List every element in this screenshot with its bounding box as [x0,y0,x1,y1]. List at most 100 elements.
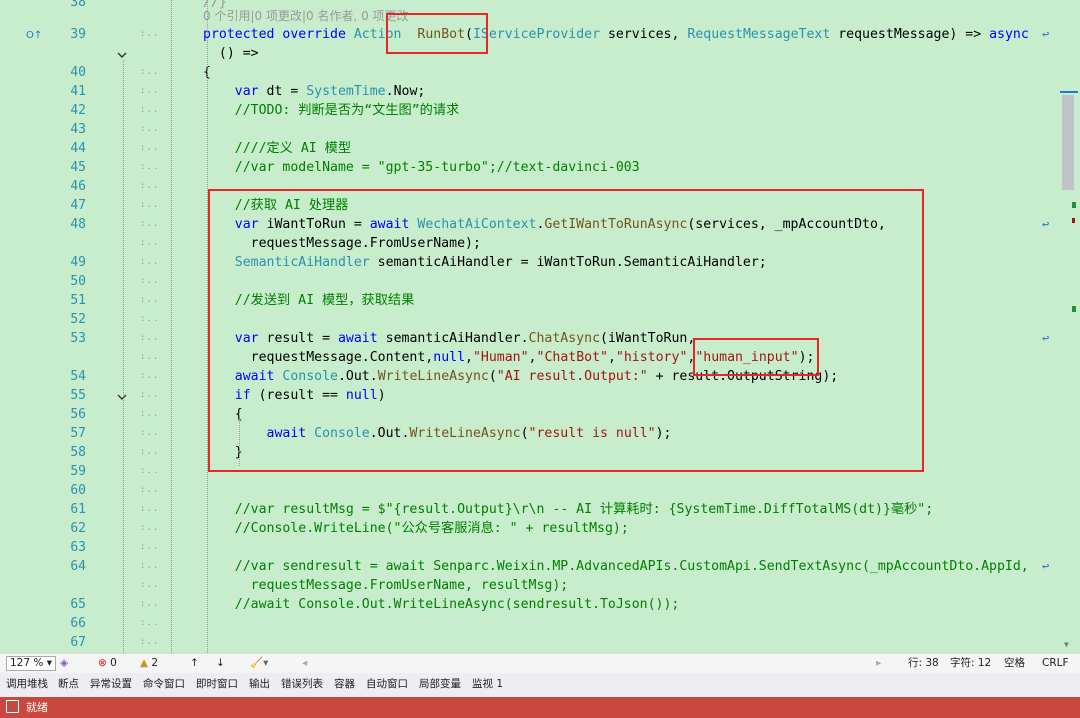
line-number: 38 [70,0,86,10]
indent-dots: :.. [140,276,160,286]
line-number: 60 [70,483,86,498]
editor-gutter: 39:.. 40:.. 41:.. 42:.. 43:.. 44:.. 45:.. 46:..… [0,0,195,653]
code-line[interactable]: //var sendresult = await Senparc.Weixin.… [203,557,1029,576]
indent-dots: :.. [140,371,160,381]
indent-dots: :.. [140,333,160,343]
code-token: protected override [203,27,354,42]
code-line[interactable]: () => [203,44,259,63]
indent-dots: :.. [140,238,160,248]
code-token: requestMessage) => [830,27,990,42]
indent-dots: :.. [140,143,160,153]
scroll-left-icon[interactable]: ◂ [302,656,307,671]
warning-indicator[interactable]: ▲ 2 [140,656,158,671]
code-line[interactable]: //var resultMsg = $"{result.Output}\r\n … [203,500,933,519]
line-ending[interactable]: CRLF [1042,656,1069,671]
line-number: 58 [70,445,86,460]
line-number: 62 [70,521,86,536]
indent-dots: :.. [140,504,160,514]
tab-autos[interactable]: 自动窗口 [366,677,408,692]
indent-dots: :.. [140,86,160,96]
line-number: 45 [70,160,86,175]
code-token: async [989,27,1029,42]
codelens-references[interactable]: 0 个引用|0 项更改|0 名作者, 0 项更改 [203,7,409,26]
nav-down-icon[interactable]: ↓ [216,656,225,671]
indent-dots: :.. [140,295,160,305]
tab-error-list[interactable]: 错误列表 [281,677,323,692]
code-token: .Now; [385,84,426,99]
error-icon: ⊗ [98,657,107,669]
line-number: 42 [70,103,86,118]
line-number: 59 [70,464,86,479]
line-number: 43 [70,122,86,137]
code-line[interactable]: ////定义 AI 模型 [203,139,351,158]
scrollbar-thumb[interactable] [1062,95,1074,190]
code-line[interactable]: //TODO: 判断是否为“文生图”的请求 [203,101,459,120]
line-position[interactable]: 行: 38 [908,656,939,671]
line-number: 48 [70,217,86,232]
code-line[interactable]: //Console.WriteLine("公众号客服消息: " + result… [203,519,629,538]
indent-dots: :.. [140,447,160,457]
override-icon[interactable]: O↑ [26,30,46,42]
zoom-value: 127 % [10,657,44,669]
copilot-icon[interactable]: ◈ [60,656,68,671]
indent-dots: :.. [140,181,160,191]
line-number: 65 [70,597,86,612]
tab-exception-settings[interactable]: 异常设置 [90,677,132,692]
error-indicator[interactable]: ⊗ 0 [98,656,117,671]
collapse-icon[interactable] [116,46,130,60]
code-line[interactable]: //var modelName = "gpt-35-turbo";//text-… [203,158,640,177]
indent-dots: :.. [140,390,160,400]
indent-dots: :.. [140,257,160,267]
code-editor[interactable]: 39:.. 40:.. 41:.. 42:.. 43:.. 44:.. 45:.. 46:..… [0,0,1080,653]
line-number: 66 [70,616,86,631]
tab-command-window[interactable]: 命令窗口 [143,677,185,692]
word-wrap-icon: ↩ [1042,217,1050,231]
whitespace-mode[interactable]: 空格 [1004,656,1025,671]
line-number: 49 [70,255,86,270]
tab-locals[interactable]: 局部变量 [419,677,461,692]
indent-dots: :.. [140,67,160,77]
notification-icon[interactable] [6,700,19,713]
main-status-bar: 就绪 [0,697,1080,718]
indent-dots: :.. [140,409,160,419]
code-line[interactable]: //await Console.Out.WriteLineAsync(sendr… [203,595,680,614]
code-token: services, [600,27,688,42]
scroll-right-icon[interactable]: ▸ [876,656,881,671]
char-position[interactable]: 字符: 12 [950,656,991,671]
zoom-select[interactable]: 127 % ▾ [6,656,56,671]
line-number: 52 [70,312,86,327]
highlight-ai-handler-block [208,189,924,472]
line-number: 40 [70,65,86,80]
indent-dots: :.. [140,561,160,571]
cleanup-icon[interactable]: 🧹▾ [250,656,268,671]
tab-breakpoints[interactable]: 断点 [58,677,79,692]
code-line[interactable]: requestMessage.FromUserName, resultMsg); [203,576,569,595]
vertical-scrollbar[interactable]: ▼ [1058,0,1080,653]
code-token: RequestMessageText [687,27,831,42]
line-number: 64 [70,559,86,574]
line-number: 50 [70,274,86,289]
tab-containers[interactable]: 容器 [334,677,355,692]
code-line[interactable]: var dt = SystemTime.Now; [203,82,426,101]
indent-dots: :.. [140,352,160,362]
tool-window-tabs: 调用堆栈 断点 异常设置 命令窗口 即时窗口 输出 错误列表 容器 自动窗口 局… [0,673,1080,697]
scroll-down-arrow[interactable]: ▼ [1064,640,1069,649]
line-number: 61 [70,502,86,517]
tab-call-stack[interactable]: 调用堆栈 [6,677,48,692]
change-marker [1072,202,1076,208]
tab-watch-1[interactable]: 监视 1 [472,677,503,692]
change-marker [1072,306,1076,312]
tab-immediate-window[interactable]: 即时窗口 [196,677,238,692]
indent-dots: :.. [140,162,160,172]
word-wrap-icon: ↩ [1042,27,1050,41]
nav-up-icon[interactable]: ↑ [190,656,199,671]
code-token: //var resultMsg = $"{result.Output}\r\n … [203,502,934,517]
indent-dots: :.. [140,599,160,609]
code-token: ////定义 AI 模型 [203,141,352,156]
code-line[interactable]: protected override Action RunBot(IServic… [203,25,1029,44]
tab-output[interactable]: 输出 [249,677,270,692]
code-token: SystemTime [306,84,386,99]
change-marker [1072,218,1075,223]
editor-status-bar: 127 % ▾ ◈ ⊗ 0 ▲ 2 ↑ ↓ 🧹▾ ◂ ▸ 行: 38 字符: 1… [0,653,1080,673]
line-number: 47 [70,198,86,213]
